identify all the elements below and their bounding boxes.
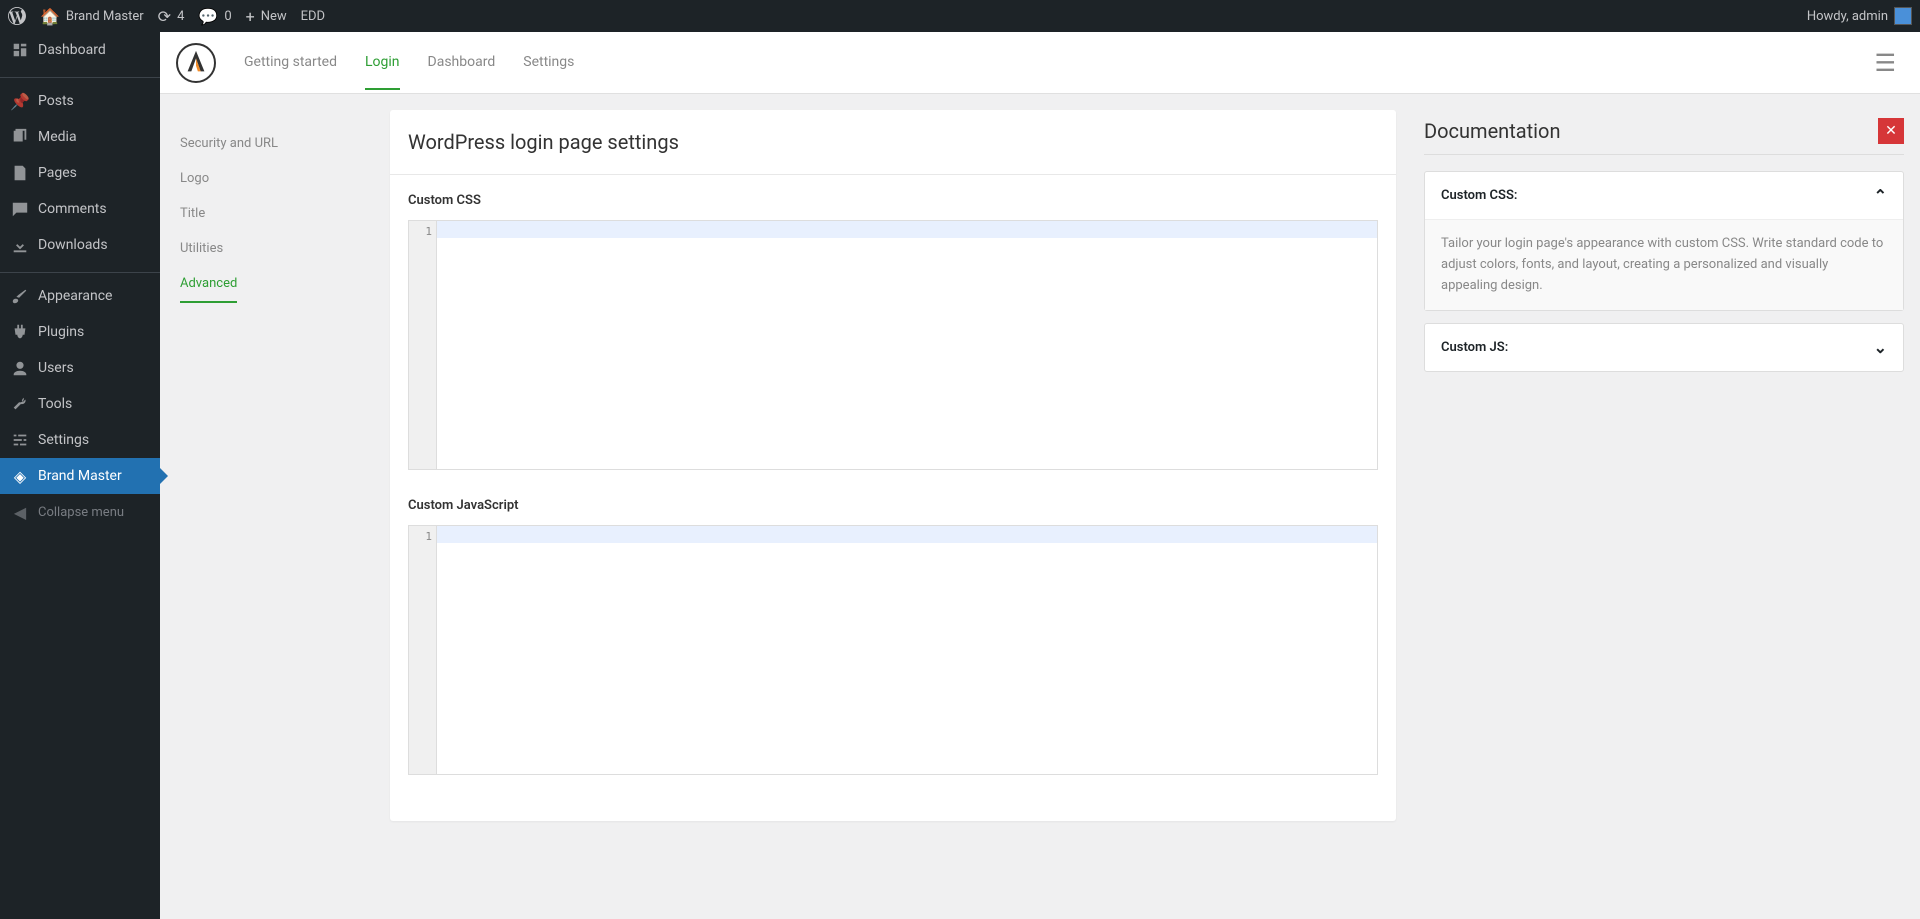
gutter: 1 — [409, 221, 437, 469]
hamburger-button[interactable]: ☰ — [1874, 49, 1896, 77]
pin-icon: 📌 — [10, 91, 30, 111]
sidebar-item-tools[interactable]: Tools — [0, 386, 160, 422]
plugin-logo — [176, 43, 216, 83]
posts-label: Posts — [38, 93, 74, 109]
subnav-logo[interactable]: Logo — [180, 161, 370, 196]
brush-icon — [10, 286, 30, 306]
settings-label: Settings — [38, 432, 89, 448]
comment-icon — [10, 199, 30, 219]
user-icon — [10, 358, 30, 378]
media-label: Media — [38, 129, 77, 145]
accordion-custom-css: Custom CSS: ⌃ Tailor your login page's a… — [1424, 171, 1904, 311]
collapse-menu-button[interactable]: ◀ Collapse menu — [0, 494, 160, 530]
appearance-label: Appearance — [38, 288, 112, 304]
accordion-title: Custom JS: — [1441, 340, 1508, 355]
new-link[interactable]: + New — [246, 7, 287, 26]
site-name: Brand Master — [66, 9, 144, 24]
active-line-highlight — [437, 221, 1377, 238]
custom-css-editor[interactable]: 1 — [408, 220, 1378, 470]
comments-count: 0 — [224, 9, 231, 24]
chevron-up-icon: ⌃ — [1874, 186, 1887, 205]
tab-getting-started[interactable]: Getting started — [244, 36, 337, 90]
edd-label: EDD — [301, 9, 325, 24]
sidebar-item-comments[interactable]: Comments — [0, 191, 160, 227]
tab-login[interactable]: Login — [365, 36, 400, 90]
accordion-header-js[interactable]: Custom JS: ⌄ — [1425, 324, 1903, 371]
subnav-security[interactable]: Security and URL — [180, 126, 370, 161]
page-title: WordPress login page settings — [408, 130, 1378, 154]
tab-dashboard[interactable]: Dashboard — [428, 36, 496, 90]
downloads-label: Downloads — [38, 237, 108, 253]
accordion-title: Custom CSS: — [1441, 188, 1517, 203]
comment-icon: 💬 — [198, 7, 218, 26]
plugins-label: Plugins — [38, 324, 84, 340]
tab-settings[interactable]: Settings — [523, 36, 574, 90]
wrench-icon — [10, 394, 30, 414]
menu-separator — [0, 73, 160, 78]
collapse-label: Collapse menu — [38, 505, 124, 520]
custom-css-label: Custom CSS — [408, 193, 1378, 208]
media-icon — [10, 127, 30, 147]
subnav-title[interactable]: Title — [180, 196, 370, 231]
sidebar-item-downloads[interactable]: Downloads — [0, 227, 160, 263]
wp-logo[interactable] — [8, 7, 26, 25]
custom-js-label: Custom JavaScript — [408, 498, 1378, 513]
sliders-icon — [10, 430, 30, 450]
accordion-body-css: Tailor your login page's appearance with… — [1425, 219, 1903, 310]
site-home-link[interactable]: 🏠 Brand Master — [40, 7, 144, 26]
comments-link[interactable]: 💬 0 — [198, 7, 231, 26]
custom-js-editor[interactable]: 1 — [408, 525, 1378, 775]
sidebar-item-users[interactable]: Users — [0, 350, 160, 386]
page-icon — [10, 163, 30, 183]
dashboard-label: Dashboard — [38, 42, 106, 58]
accordion-custom-js: Custom JS: ⌄ — [1424, 323, 1904, 372]
plugin-icon — [10, 322, 30, 342]
sidebar-item-media[interactable]: Media — [0, 119, 160, 155]
updates-count: 4 — [177, 9, 184, 24]
updates-link[interactable]: ⟳ 4 — [158, 7, 185, 26]
comments-label: Comments — [38, 201, 107, 217]
collapse-icon: ◀ — [10, 502, 30, 522]
dashboard-icon — [10, 40, 30, 60]
accordion-header-css[interactable]: Custom CSS: ⌃ — [1425, 172, 1903, 219]
logo-icon — [182, 49, 210, 77]
subnav-advanced[interactable]: Advanced — [180, 266, 237, 303]
active-line-highlight — [437, 526, 1377, 543]
sidebar-item-pages[interactable]: Pages — [0, 155, 160, 191]
new-label: New — [261, 9, 287, 24]
home-icon: 🏠 — [40, 7, 60, 26]
refresh-icon: ⟳ — [158, 7, 171, 26]
tools-label: Tools — [38, 396, 72, 412]
brandmaster-icon: ◈ — [10, 466, 30, 486]
users-label: Users — [38, 360, 74, 376]
edd-link[interactable]: EDD — [301, 9, 325, 24]
menu-separator — [0, 268, 160, 273]
sidebar-item-plugins[interactable]: Plugins — [0, 314, 160, 350]
documentation-title: Documentation — [1424, 119, 1561, 143]
wordpress-icon — [8, 7, 26, 25]
line-number: 1 — [425, 530, 432, 543]
avatar — [1894, 7, 1912, 25]
user-menu[interactable]: Howdy, admin — [1807, 7, 1912, 25]
close-icon: ✕ — [1885, 123, 1897, 139]
sidebar-item-posts[interactable]: 📌 Posts — [0, 83, 160, 119]
sidebar-item-settings[interactable]: Settings — [0, 422, 160, 458]
plus-icon: + — [246, 7, 255, 26]
sidebar-item-brandmaster[interactable]: ◈ Brand Master — [0, 458, 160, 494]
pages-label: Pages — [38, 165, 77, 181]
gutter: 1 — [409, 526, 437, 774]
download-icon — [10, 235, 30, 255]
greeting-text: Howdy, admin — [1807, 9, 1888, 24]
line-number: 1 — [425, 225, 432, 238]
subnav-utilities[interactable]: Utilities — [180, 231, 370, 266]
brandmaster-label: Brand Master — [38, 468, 122, 484]
close-button[interactable]: ✕ — [1878, 118, 1904, 144]
sidebar-item-dashboard[interactable]: Dashboard — [0, 32, 160, 68]
chevron-down-icon: ⌄ — [1874, 338, 1887, 357]
sidebar-item-appearance[interactable]: Appearance — [0, 278, 160, 314]
